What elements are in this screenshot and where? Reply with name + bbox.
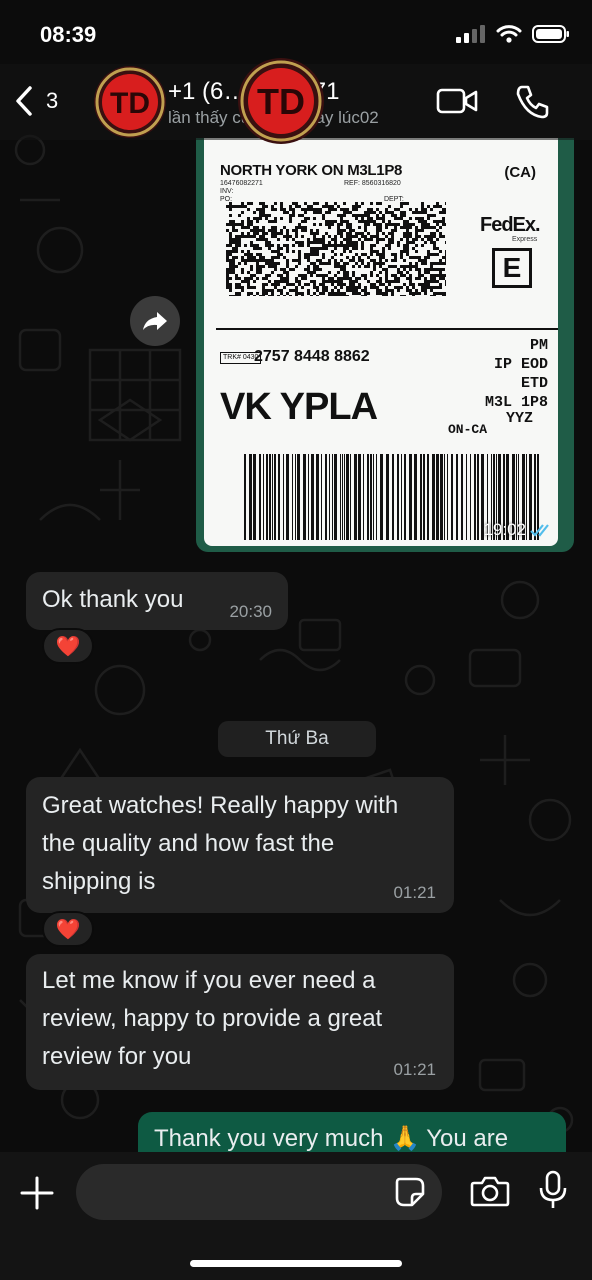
label-phone: 16476082271 bbox=[220, 180, 263, 187]
phone-call-icon[interactable] bbox=[514, 84, 550, 120]
message-body: Let me know if you ever need a review, h… bbox=[42, 962, 382, 1076]
forward-button[interactable] bbox=[130, 296, 180, 346]
back-button[interactable]: 3 bbox=[12, 84, 58, 118]
incoming-message[interactable]: Ok thank you 20:30 bbox=[26, 572, 288, 630]
message-line: Let me know if you ever need a bbox=[42, 967, 376, 994]
message-time: 19:02 bbox=[483, 520, 526, 539]
sticker-icon[interactable] bbox=[394, 1176, 426, 1208]
service-letter-box: E bbox=[492, 248, 532, 288]
read-receipt-icon bbox=[530, 524, 549, 537]
watermark-logo-right: TD bbox=[238, 58, 324, 144]
heart-reaction[interactable]: ❤️ bbox=[42, 628, 94, 664]
message-line: shipping is bbox=[42, 868, 156, 895]
message-line: the quality and how fast the bbox=[42, 830, 335, 857]
attach-plus-icon[interactable] bbox=[18, 1174, 56, 1212]
home-indicator bbox=[190, 1260, 402, 1267]
tracking-number: 2757 8448 8862 bbox=[254, 348, 370, 365]
shipping-label-image: NORTH YORK ON M3L1P8 (CA) 16476082271 RE… bbox=[204, 138, 558, 546]
heart-icon: ❤️ bbox=[55, 918, 81, 941]
label-country: (CA) bbox=[504, 164, 536, 181]
label-ref: REF: 8560316820 bbox=[344, 180, 401, 187]
airport-code: YYZ bbox=[506, 410, 534, 427]
signal-icon bbox=[456, 25, 485, 43]
label-inv: INV: bbox=[220, 188, 234, 195]
incoming-message[interactable]: Let me know if you ever need a review, h… bbox=[26, 954, 454, 1090]
carrier-logo: FedEx. bbox=[480, 214, 541, 236]
message-time: 01:21 bbox=[393, 883, 436, 902]
route-info: PM IP EOD ETD M3L 1P8 bbox=[485, 336, 548, 412]
heart-icon: ❤️ bbox=[55, 635, 81, 658]
message-line: Great watches! Really happy with bbox=[42, 792, 399, 819]
watermark-logo-left: TD bbox=[94, 66, 166, 138]
label-city-line: NORTH YORK ON M3L1P8 bbox=[220, 162, 403, 179]
battery-icon bbox=[532, 25, 569, 43]
destination-code: VK YPLA bbox=[220, 386, 378, 428]
svg-text:TD: TD bbox=[257, 81, 305, 122]
province-country: ON-CA bbox=[448, 422, 488, 437]
label-divider bbox=[216, 328, 558, 330]
camera-icon[interactable] bbox=[470, 1174, 510, 1208]
chevron-left-icon bbox=[16, 86, 32, 116]
microphone-icon[interactable] bbox=[538, 1170, 568, 1210]
message-time: 01:21 bbox=[393, 1060, 436, 1079]
status-icons bbox=[456, 24, 570, 44]
clock: 08:39 bbox=[40, 22, 97, 47]
video-call-icon[interactable] bbox=[436, 86, 478, 116]
svg-text:TD: TD bbox=[110, 87, 150, 120]
route-line: ETD bbox=[520, 375, 548, 392]
message-body: Great watches! Really happy with the qua… bbox=[42, 787, 398, 901]
message-time: 20:30 bbox=[229, 602, 272, 621]
message-input[interactable] bbox=[76, 1164, 442, 1220]
unread-count: 3 bbox=[46, 88, 59, 113]
chat-header: 3 +1 (6… …-2271 lần thấy cuối hôm nay lú… bbox=[0, 58, 592, 144]
2d-barcode bbox=[226, 202, 446, 296]
route-line: PM bbox=[529, 337, 548, 354]
status-bar: 08:39 bbox=[0, 0, 592, 64]
message-line: review, happy to provide a great bbox=[42, 1005, 383, 1032]
message-text: Ok thank you bbox=[42, 586, 184, 613]
image-message[interactable]: NORTH YORK ON M3L1P8 (CA) 16476082271 RE… bbox=[196, 138, 574, 552]
date-divider: Thứ Ba bbox=[218, 721, 376, 757]
incoming-message[interactable]: Great watches! Really happy with the qua… bbox=[26, 777, 454, 913]
heart-reaction[interactable]: ❤️ bbox=[42, 911, 94, 947]
wifi-icon bbox=[496, 25, 522, 43]
route-line: IP EOD bbox=[493, 356, 548, 373]
forward-arrow-icon bbox=[143, 312, 167, 330]
carrier-service: Express bbox=[512, 236, 538, 243]
message-line: review for you bbox=[42, 1043, 192, 1070]
